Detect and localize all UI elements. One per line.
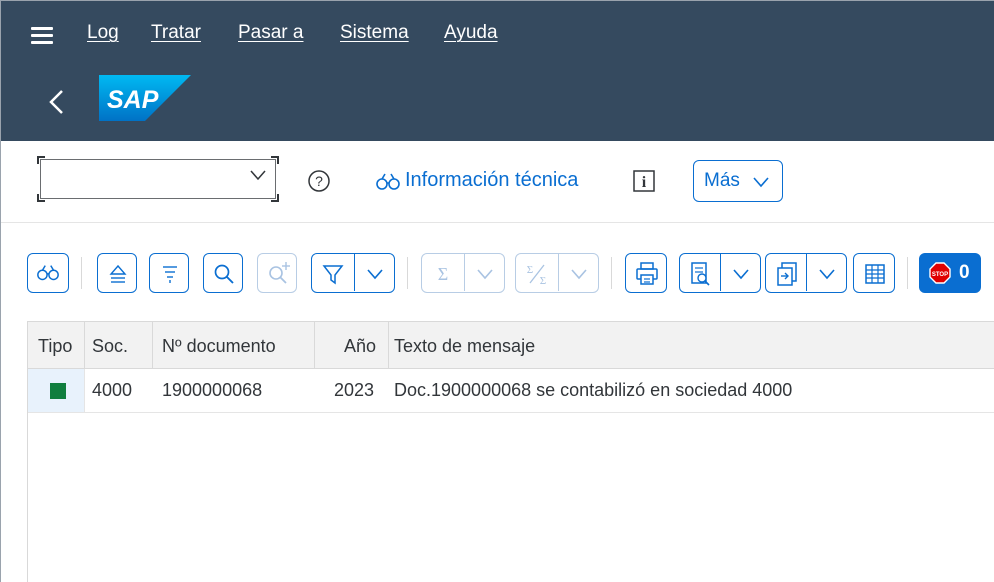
column-header-anio[interactable]: Año <box>344 336 376 357</box>
svg-text:Σ: Σ <box>438 264 448 284</box>
back-arrow-icon[interactable] <box>47 89 67 115</box>
search-next-icon <box>269 262 290 284</box>
svg-text:STOP: STOP <box>932 272 948 278</box>
app-window: Log Tratar Pasar a Sistema Ayuda SAP ? I… <box>0 0 994 582</box>
svg-text:Σ: Σ <box>527 264 533 276</box>
message-table: Tipo Soc. Nº documento Año Texto de mens… <box>27 321 994 582</box>
menu-bar: Log Tratar Pasar a Sistema Ayuda <box>1 1 994 67</box>
cell-anio: 2023 <box>334 380 375 400</box>
help-icon[interactable]: ? <box>307 169 331 193</box>
command-input[interactable] <box>45 162 235 188</box>
table-row[interactable]: 4000 1900000068 2023 Doc.1900000068 se c… <box>28 369 994 413</box>
glasses-icon <box>376 173 400 190</box>
column-header-soc[interactable]: Soc. <box>92 336 128 357</box>
toolbar-separator <box>907 257 908 289</box>
menu-item-tratar[interactable]: Tratar <box>151 22 201 44</box>
layout-grid-button[interactable] <box>853 253 895 293</box>
toolbar-separator <box>611 257 612 289</box>
sort-ascending-button[interactable] <box>97 253 137 293</box>
chevron-down-icon <box>571 269 587 280</box>
svg-text:Σ: Σ <box>540 275 546 287</box>
more-button-label: Más <box>704 170 740 191</box>
error-messages-button[interactable]: STOP 0 <box>919 253 981 293</box>
export-icon <box>777 262 797 286</box>
column-header-documento[interactable]: Nº documento <box>162 336 276 357</box>
cell-documento: 1900000068 <box>162 380 263 400</box>
cell-soc: 4000 <box>92 380 133 400</box>
stop-icon: STOP <box>929 262 951 284</box>
command-field[interactable] <box>37 156 279 202</box>
error-count: 0 <box>959 262 970 283</box>
svg-text:SAP: SAP <box>107 86 159 114</box>
success-status-icon <box>50 383 66 399</box>
status-cell <box>28 369 84 412</box>
chevron-down-icon[interactable] <box>249 168 267 182</box>
layout-grid-icon <box>865 264 885 284</box>
menu-item-sistema[interactable]: Sistema <box>340 22 409 44</box>
chevron-down-icon <box>753 177 769 188</box>
subtotal-icon: Σ Σ <box>527 264 546 287</box>
filter-icon <box>322 265 344 285</box>
more-button[interactable]: Más <box>693 160 783 202</box>
details-icon <box>37 265 59 281</box>
toolbar-separator <box>81 257 82 289</box>
technical-info-label: Información técnica <box>405 169 579 191</box>
info-icon[interactable]: i <box>633 170 655 192</box>
export-button[interactable] <box>765 253 847 293</box>
svg-text:?: ? <box>315 173 323 189</box>
sort-ascending-icon <box>109 264 127 283</box>
menu-item-pasar-a[interactable]: Pasar a <box>238 22 303 44</box>
sap-logo: SAP <box>99 75 191 121</box>
filter-button[interactable] <box>311 253 395 293</box>
sort-descending-icon <box>163 266 177 283</box>
toolbar-separator <box>407 257 408 289</box>
chevron-down-icon <box>367 269 383 280</box>
shell-bar: SAP <box>1 67 994 141</box>
chevron-down-icon <box>733 269 749 280</box>
alv-toolbar: Σ Σ Σ STOP 0 <box>1 223 994 317</box>
chevron-down-icon <box>819 269 835 280</box>
cell-texto: Doc.1900000068 se contabilizó en socieda… <box>394 380 793 400</box>
sum-icon: Σ <box>438 264 448 284</box>
details-button[interactable] <box>27 253 69 293</box>
search-button[interactable] <box>203 253 243 293</box>
search-next-button[interactable] <box>257 253 297 293</box>
sum-button[interactable]: Σ <box>421 253 505 293</box>
svg-text:i: i <box>642 174 647 191</box>
menu-item-log[interactable]: Log <box>87 22 119 44</box>
technical-info-link[interactable]: Información técnica <box>375 169 578 192</box>
view-icon <box>691 262 710 286</box>
sort-descending-button[interactable] <box>149 253 189 293</box>
column-header-tipo[interactable]: Tipo <box>38 336 72 357</box>
column-header-texto[interactable]: Texto de mensaje <box>394 336 535 357</box>
hamburger-menu-icon[interactable] <box>31 27 53 45</box>
print-button[interactable] <box>625 253 667 293</box>
print-icon <box>636 262 658 285</box>
search-icon <box>214 264 234 284</box>
table-header: Tipo Soc. Nº documento Año Texto de mens… <box>28 321 994 370</box>
view-button[interactable] <box>679 253 761 293</box>
subtotal-button[interactable]: Σ Σ <box>515 253 599 293</box>
chevron-down-icon <box>477 269 493 280</box>
application-toolbar: ? Información técnica i Más <box>1 141 994 223</box>
menu-item-ayuda[interactable]: Ayuda <box>444 22 498 44</box>
